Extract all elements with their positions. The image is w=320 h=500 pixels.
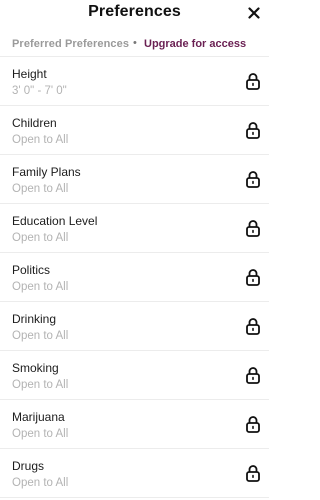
preference-row-education-level[interactable]: Education Level Open to All [0,204,269,253]
preference-label: Height [12,67,47,81]
page-title: Preferences [88,3,181,20]
preference-label: Smoking [12,361,59,375]
preference-row-children[interactable]: Children Open to All [0,106,269,155]
preference-row-drugs[interactable]: Drugs Open to All [0,449,269,498]
preferences-list: Height 3' 0" - 7' 0" Children Open to Al… [0,57,269,498]
preference-value: Open to All [12,428,69,440]
preference-value: Open to All [12,134,69,146]
preference-value: 3' 0" - 7' 0" [12,85,67,97]
lock-icon [246,122,260,139]
section-label: Preferred Preferences [12,38,130,50]
preference-row-family-plans[interactable]: Family Plans Open to All [0,155,269,204]
preference-label: Politics [12,263,51,277]
preferred-preferences-header: Preferred Preferences • Upgrade for acce… [0,34,269,57]
preference-label: Children [12,116,57,130]
close-icon[interactable] [248,7,260,19]
top-bar: Preferences [0,0,269,26]
preference-value: Open to All [12,232,69,244]
lock-icon [246,73,260,90]
preference-label: Family Plans [12,165,81,179]
preference-row-marijuana[interactable]: Marijuana Open to All [0,400,269,449]
preference-row-height[interactable]: Height 3' 0" - 7' 0" [0,57,269,106]
preference-row-politics[interactable]: Politics Open to All [0,253,269,302]
preference-row-smoking[interactable]: Smoking Open to All [0,351,269,400]
lock-icon [246,171,260,188]
lock-icon [246,318,260,335]
lock-icon [246,416,260,433]
preference-label: Education Level [12,214,98,228]
separator-dot: • [133,37,137,49]
preference-row-drinking[interactable]: Drinking Open to All [0,302,269,351]
preference-label: Marijuana [12,410,65,424]
preference-value: Open to All [12,183,69,195]
preference-label: Drugs [12,459,45,473]
preference-value: Open to All [12,330,69,342]
lock-icon [246,367,260,384]
lock-icon [246,465,260,482]
upgrade-link[interactable]: Upgrade for access [144,38,246,50]
lock-icon [246,269,260,286]
lock-icon [246,220,260,237]
preference-value: Open to All [12,379,69,391]
preference-value: Open to All [12,477,69,489]
preference-label: Drinking [12,312,57,326]
preference-value: Open to All [12,281,69,293]
close-button[interactable] [245,4,263,22]
